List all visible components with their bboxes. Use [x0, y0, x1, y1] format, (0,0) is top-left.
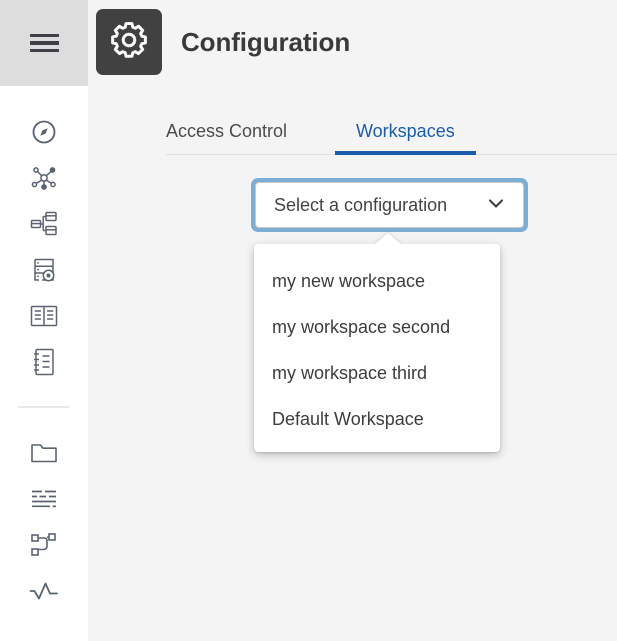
sidebar-item-nodes[interactable] — [0, 202, 88, 246]
tab-access-control[interactable]: Access Control — [166, 108, 287, 154]
book-open-icon — [29, 304, 59, 328]
compass-icon — [30, 118, 58, 146]
sidebar-item-catalog[interactable] — [0, 294, 88, 338]
sidebar-item-files[interactable] — [0, 431, 88, 475]
text-lines-icon — [29, 488, 59, 510]
dropdown-caret-icon — [374, 233, 402, 245]
sidebar-item-notebook[interactable] — [0, 340, 88, 384]
configuration-select-focus-ring: Select a configuration — [251, 178, 528, 232]
dropdown-item-label: my workspace second — [272, 316, 451, 337]
configuration-select-value: Select a configuration — [274, 194, 448, 215]
configuration-select[interactable]: Select a configuration — [255, 182, 524, 228]
dropdown-item-label: my new workspace — [272, 270, 426, 291]
folder-icon — [29, 440, 59, 466]
sidebar-item-topology[interactable] — [0, 156, 88, 200]
gear-icon — [108, 19, 150, 66]
workflow-nodes-icon — [29, 531, 59, 559]
chevron-down-icon[interactable] — [484, 191, 508, 220]
main-content: Configuration Access Control Workspaces … — [88, 0, 617, 641]
tab-workspaces-label: Workspaces — [356, 120, 455, 141]
sidebar-item-workflow[interactable] — [0, 523, 88, 567]
sidebar-item-explore[interactable] — [0, 110, 88, 154]
dropdown-item[interactable]: Default Workspace — [254, 396, 500, 442]
activity-pulse-icon — [28, 579, 60, 603]
server-monitor-icon — [29, 256, 59, 284]
configuration-dropdown-menu: my new workspace my workspace second my … — [254, 233, 500, 452]
notebook-list-icon — [31, 347, 57, 377]
sidebar-divider — [18, 406, 69, 408]
dropdown-item[interactable]: my new workspace — [254, 258, 500, 304]
tab-bar: Access Control Workspaces — [166, 108, 617, 156]
page-header: Configuration — [96, 9, 350, 75]
sidebar-item-activity[interactable] — [0, 569, 88, 613]
dropdown-item-label: my workspace third — [272, 362, 428, 383]
tab-workspaces[interactable]: Workspaces — [335, 108, 476, 155]
sidebar-item-server-monitoring[interactable] — [0, 248, 88, 292]
dropdown-item[interactable]: my workspace second — [254, 304, 500, 350]
menu-toggle-button[interactable] — [0, 0, 88, 86]
page-icon-badge — [96, 9, 162, 75]
tab-access-control-label: Access Control — [166, 120, 288, 141]
sidebar — [0, 0, 88, 641]
page-title: Configuration — [181, 26, 351, 57]
hamburger-icon — [29, 33, 59, 53]
dropdown-item[interactable]: my workspace third — [254, 350, 500, 396]
nodes-hierarchy-icon — [29, 210, 59, 238]
topology-network-icon — [29, 163, 59, 193]
dropdown-item-label: Default Workspace — [272, 408, 424, 429]
sidebar-item-logs[interactable] — [0, 477, 88, 521]
